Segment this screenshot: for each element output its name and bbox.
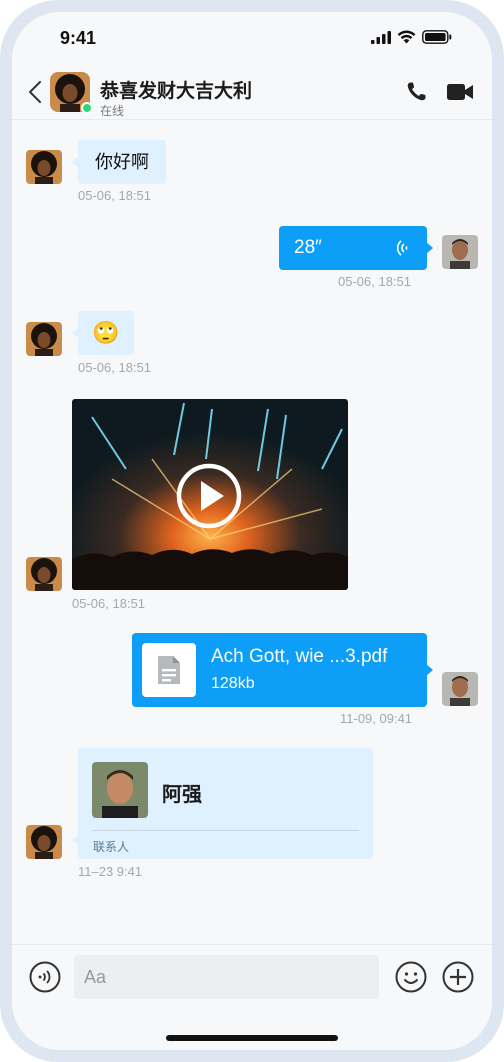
video-camera-icon bbox=[447, 84, 473, 100]
status-bar: 9:41 bbox=[12, 12, 492, 64]
sender-avatar[interactable] bbox=[26, 825, 62, 859]
my-avatar[interactable] bbox=[442, 235, 478, 269]
avatar-woman-icon bbox=[26, 825, 62, 859]
contact-card-name: 阿强 bbox=[162, 784, 202, 806]
avatar-man-icon bbox=[442, 235, 478, 269]
avatar-woman-icon bbox=[26, 322, 62, 356]
file-message-bubble[interactable]: Ach Gott, wie ...3.pdf 128kb bbox=[132, 633, 433, 707]
phone-icon bbox=[407, 82, 426, 101]
contact-card-label: 联系人 bbox=[93, 840, 130, 854]
message-text-bubble[interactable]: 你好啊 bbox=[72, 140, 166, 184]
avatar-woman-icon bbox=[26, 557, 62, 591]
contact-card-avatar bbox=[92, 762, 148, 818]
plus-icon bbox=[442, 961, 474, 993]
voice-duration: 28″ bbox=[294, 237, 322, 258]
status-time: 9:41 bbox=[60, 28, 97, 48]
avatar-man-icon bbox=[92, 762, 148, 818]
my-avatar[interactable] bbox=[442, 672, 478, 706]
voice-input-button[interactable] bbox=[29, 961, 61, 993]
file-size: 128kb bbox=[211, 675, 255, 692]
message-timestamp: 05-06, 18:51 bbox=[78, 360, 152, 375]
smiley-icon bbox=[395, 961, 427, 993]
contact-card-message[interactable]: 阿强 联系人 bbox=[72, 748, 373, 859]
chat-header: 恭喜发财大吉大利 在线 bbox=[12, 64, 492, 120]
document-icon bbox=[142, 643, 196, 697]
sender-avatar[interactable] bbox=[26, 150, 62, 184]
presence-status: 在线 bbox=[100, 104, 125, 118]
more-button[interactable] bbox=[442, 961, 474, 993]
play-icon[interactable] bbox=[175, 462, 243, 530]
message-timestamp: 05-06, 18:51 bbox=[338, 274, 412, 289]
file-name: Ach Gott, wie ...3.pdf bbox=[211, 646, 388, 667]
signal-icon bbox=[371, 30, 391, 44]
message-timestamp: 11-09, 09:41 bbox=[340, 711, 413, 726]
message-input[interactable]: Aa bbox=[74, 955, 379, 999]
voice-message-bubble[interactable]: 28″ bbox=[279, 226, 433, 270]
screen: 9:41 恭喜发财大吉大利 在线 你好啊 05-06, 18:51 28″ 05… bbox=[12, 12, 492, 1050]
contact-card-divider bbox=[92, 830, 359, 831]
voice-wave-icon bbox=[29, 961, 61, 993]
status-icons bbox=[371, 30, 452, 44]
voice-call-button[interactable] bbox=[404, 80, 428, 104]
emoji-button[interactable] bbox=[395, 961, 427, 993]
battery-icon bbox=[422, 30, 452, 44]
message-timestamp: 05-06, 18:51 bbox=[72, 596, 146, 611]
chevron-left-icon bbox=[29, 81, 41, 103]
back-button[interactable] bbox=[24, 78, 46, 106]
message-timestamp: 05-06, 18:51 bbox=[78, 188, 152, 203]
phone-frame: 9:41 恭喜发财大吉大利 在线 你好啊 05-06, 18:51 28″ 05… bbox=[0, 0, 504, 1062]
avatar-woman-icon bbox=[26, 150, 62, 184]
video-call-button[interactable] bbox=[446, 81, 474, 103]
message-timestamp: 11–23 9:41 bbox=[78, 864, 143, 879]
sender-avatar[interactable] bbox=[26, 322, 62, 356]
video-message[interactable] bbox=[72, 399, 348, 590]
online-indicator bbox=[81, 102, 93, 114]
sound-wave-icon bbox=[397, 240, 408, 256]
chat-title: 恭喜发财大吉大利 bbox=[100, 81, 253, 102]
wifi-icon bbox=[397, 30, 416, 44]
message-input-bar: Aa bbox=[12, 944, 492, 1050]
sender-avatar[interactable] bbox=[26, 557, 62, 591]
avatar-man-icon bbox=[442, 672, 478, 706]
emoji-message-bubble[interactable]: 🙄 bbox=[72, 311, 134, 355]
home-indicator bbox=[166, 1035, 338, 1041]
